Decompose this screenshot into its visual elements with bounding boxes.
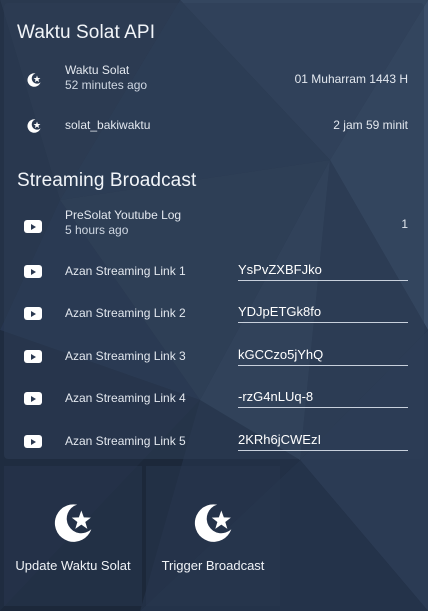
waktu-solat-api-title: Waktu Solat API	[17, 22, 156, 43]
azan-link-label-1: Azan Streaming Link 1	[65, 264, 186, 278]
azan-link-input-4[interactable]	[238, 385, 408, 408]
youtube-icon	[24, 392, 42, 405]
youtube-icon	[24, 350, 42, 363]
azan-link-label-2: Azan Streaming Link 2	[65, 306, 186, 320]
streaming-broadcast-title: Streaming Broadcast	[17, 170, 197, 191]
azan-link-input-2[interactable]	[238, 300, 408, 323]
presolat-log-timestamp: 5 hours ago	[65, 223, 129, 237]
youtube-icon	[24, 220, 42, 233]
azan-link-row-4: Azan Streaming Link 4	[0, 383, 428, 413]
update-waktu-solat-button[interactable]: Update Waktu Solat	[4, 466, 142, 606]
azan-link-input-1[interactable]	[238, 258, 408, 281]
azan-link-row-3: Azan Streaming Link 3	[0, 341, 428, 371]
presolat-log-value: 1	[401, 217, 408, 231]
solat-bakiwaktu-label: solat_bakiwaktu	[65, 118, 151, 132]
azan-link-row-5: Azan Streaming Link 5	[0, 426, 428, 456]
solat-bakiwaktu-value: 2 jam 59 minit	[333, 118, 408, 132]
trigger-broadcast-label: Trigger Broadcast	[161, 558, 265, 573]
azan-link-row-1: Azan Streaming Link 1	[0, 256, 428, 286]
youtube-icon	[24, 307, 42, 320]
crescent-star-icon	[27, 119, 41, 133]
waktu-solat-timestamp: 52 minutes ago	[65, 78, 148, 92]
update-waktu-solat-label: Update Waktu Solat	[15, 558, 131, 573]
presolat-log-row[interactable]: PreSolat Youtube Log 5 hours ago 1	[0, 208, 428, 242]
azan-link-label-4: Azan Streaming Link 4	[65, 391, 186, 405]
crescent-star-icon	[194, 504, 232, 542]
crescent-star-icon	[27, 73, 41, 87]
youtube-icon	[24, 265, 42, 278]
azan-link-row-2: Azan Streaming Link 2	[0, 298, 428, 328]
waktu-solat-row[interactable]: Waktu Solat 52 minutes ago 01 Muharram 1…	[0, 63, 428, 97]
azan-link-input-3[interactable]	[238, 343, 408, 366]
azan-link-label-5: Azan Streaming Link 5	[65, 434, 186, 448]
trigger-broadcast-button[interactable]: Trigger Broadcast	[146, 466, 280, 606]
waktu-solat-label: Waktu Solat	[65, 63, 130, 77]
crescent-star-icon	[54, 504, 92, 542]
youtube-icon	[24, 435, 42, 448]
presolat-log-label: PreSolat Youtube Log	[65, 208, 182, 222]
azan-link-input-5[interactable]	[238, 428, 408, 451]
waktu-solat-value: 01 Muharram 1443 H	[294, 72, 408, 86]
solat-bakiwaktu-row[interactable]: solat_bakiwaktu 2 jam 59 minit	[0, 109, 428, 143]
azan-link-label-3: Azan Streaming Link 3	[65, 349, 186, 363]
